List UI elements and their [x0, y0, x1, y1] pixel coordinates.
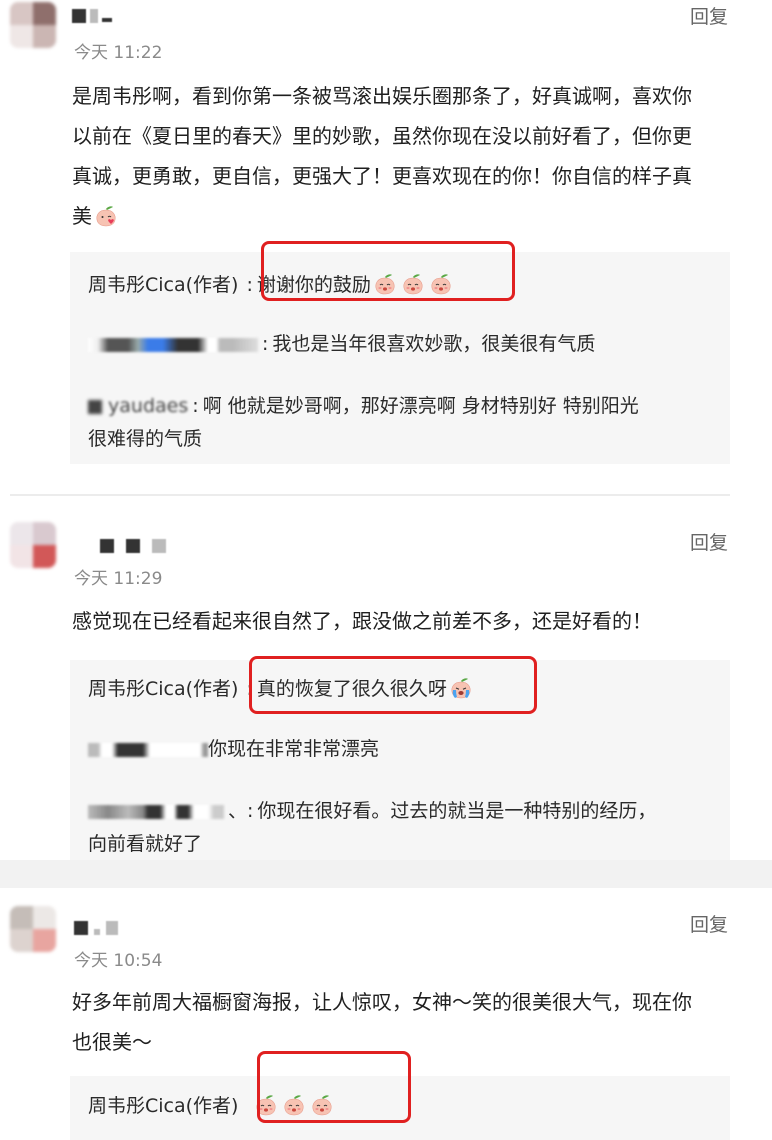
highlight-box: [249, 656, 537, 714]
reply-thread: 周韦彤Cica(作者): 谢谢你的鼓励 : 我也是当年很喜欢妙歌，很美很有气质 ya…: [70, 241, 730, 464]
reply-item[interactable]: 你现在非常非常漂亮: [88, 733, 718, 766]
comment-item: 今天 10:54 回复 好多年前周大福橱窗海报，让人惊叹，女神～笑的很美很大气，…: [0, 888, 772, 1140]
comment-text-line: 好多年前周大福橱窗海报，让人惊叹，女神～笑的很美很大气，现在你: [72, 990, 692, 1014]
divider: [10, 494, 730, 496]
avatar[interactable]: [10, 2, 56, 48]
reply-item[interactable]: 、: 你现在很好看。过去的就当是一种特别的经历， 向前看就好了: [88, 795, 718, 861]
reply-text: 啊 他就是妙哥啊，那好漂亮啊 身材特别好 特别阳光: [202, 395, 639, 417]
username-masked[interactable]: [88, 337, 258, 352]
reply-item[interactable]: yaudaes: 啊 他就是妙哥啊，那好漂亮啊 身材特别好 特别阳光 很难得的气质: [88, 390, 718, 456]
reply-separator: :: [246, 274, 253, 296]
avatar[interactable]: [10, 522, 56, 568]
comment-time: 今天 11:29: [74, 569, 163, 589]
reply-author[interactable]: 周韦彤Cica(作者): [88, 1095, 238, 1117]
reply-separator: :: [262, 333, 269, 355]
comment-time: 今天 10:54: [74, 951, 163, 971]
reply-button[interactable]: 回复: [690, 910, 728, 937]
reply-thread: 周韦彤Cica(作者): [70, 1051, 730, 1140]
comment-item: 今天 11:22 回复 是周韦彤啊，看到你第一条被骂滚出娱乐圈那条了，好真诚啊，…: [0, 0, 772, 500]
comment-text-line: 真诚，更勇敢，更自信，更强大了！更喜欢现在的你！你自信的样子真: [72, 164, 692, 188]
reply-separator: 、:: [228, 800, 254, 822]
comment-text: 感觉现在已经看起来很自然了，跟没做之前差不多，还是好看的！: [72, 601, 732, 641]
reply-author[interactable]: 周韦彤Cica(作者): [88, 678, 238, 700]
comment-text: 是周韦彤啊，看到你第一条被骂滚出娱乐圈那条了，好真诚啊，喜欢你 以前在《夏日里的…: [72, 76, 732, 236]
comment-text-line: 美: [72, 196, 732, 236]
comment-time: 今天 11:22: [74, 43, 163, 63]
username-masked[interactable]: [74, 918, 118, 938]
comment-text: 好多年前周大福橱窗海报，让人惊叹，女神～笑的很美很大气，现在你 也很美～: [72, 982, 732, 1062]
username-masked[interactable]: [88, 742, 208, 757]
highlight-box: [261, 241, 515, 301]
username-masked[interactable]: [100, 536, 166, 556]
avatar[interactable]: [10, 906, 56, 952]
peach-kiss-emoji-icon: [94, 205, 118, 227]
reply-separator: :: [192, 395, 199, 417]
reply-text: 你现在很好看。过去的就当是一种特别的经历，: [257, 800, 657, 822]
comment-text-line: 感觉现在已经看起来很自然了，跟没做之前差不多，还是好看的！: [72, 609, 652, 633]
reply-button[interactable]: 回复: [690, 528, 728, 555]
reply-text: 向前看就好了: [88, 833, 203, 855]
reply-text: 很难得的气质: [88, 428, 203, 450]
reply-item[interactable]: : 我也是当年很喜欢妙歌，很美很有气质: [88, 328, 718, 361]
username-masked[interactable]: [88, 804, 224, 819]
reply-text: 你现在非常非常漂亮: [208, 738, 380, 760]
comment-text-line: 以前在《夏日里的春天》里的妙歌，虽然你现在没以前好看了，但你更: [72, 124, 692, 148]
reply-thread: 周韦彤Cica(作者): 真的恢复了很久很久呀 你现在非常非常漂亮 、: 你现在很好…: [70, 656, 730, 861]
username-masked[interactable]: yaudaes: [88, 390, 188, 423]
reply-button[interactable]: 回复: [690, 2, 728, 29]
comment-text-line: 是周韦彤啊，看到你第一条被骂滚出娱乐圈那条了，好真诚啊，喜欢你: [72, 84, 692, 108]
reply-author[interactable]: 周韦彤Cica(作者): [88, 274, 238, 296]
section-gap: [0, 860, 772, 888]
comment-item: 今天 11:29 回复 感觉现在已经看起来很自然了，跟没做之前差不多，还是好看的…: [0, 500, 772, 860]
reply-text: 我也是当年很喜欢妙歌，很美很有气质: [272, 333, 596, 355]
username-masked[interactable]: [72, 6, 112, 26]
highlight-box: [257, 1051, 411, 1123]
